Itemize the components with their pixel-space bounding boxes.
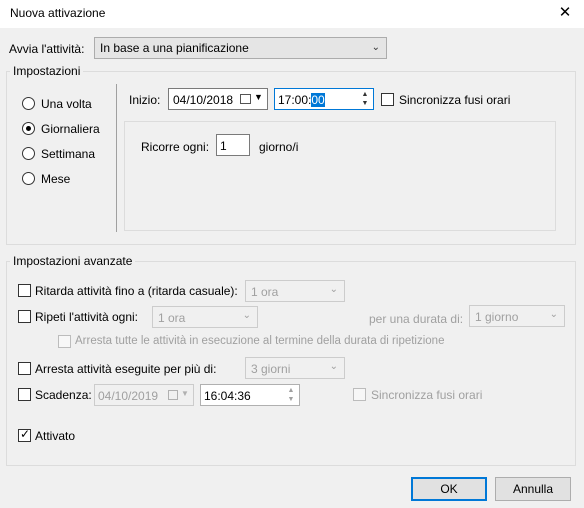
expire-checkbox[interactable] <box>18 388 31 401</box>
repeat-label: Ripeti l'attività ogni: <box>35 310 139 324</box>
spin-up-icon[interactable]: ▲ <box>284 386 298 395</box>
expire-time-field[interactable]: 16:04:36 ▲ ▼ <box>200 384 300 406</box>
recur-input[interactable]: 1 <box>216 134 250 156</box>
settings-divider <box>116 84 117 232</box>
calendar-icon[interactable] <box>168 390 178 400</box>
start-time-text: 17:00:00 <box>278 93 325 107</box>
trigger-dropdown[interactable]: In base a una pianificazione ⌄ <box>94 37 387 59</box>
delay-checkbox[interactable] <box>18 284 31 297</box>
repeat-checkbox[interactable] <box>18 310 31 323</box>
expire-time-value: 16:04:36 <box>204 389 251 403</box>
enabled-checkbox[interactable]: ✓ <box>18 427 31 442</box>
duration-label: per una durata di: <box>369 312 464 326</box>
stop-longer-checkbox[interactable] <box>18 362 31 375</box>
start-time-selected: 00 <box>311 93 325 107</box>
radio-once[interactable]: Una volta <box>22 97 142 113</box>
radio-daily-label: Giornaliera <box>41 122 100 136</box>
enabled-label: Attivato <box>35 429 76 443</box>
start-time-field[interactable]: 17:00:00 ▲ ▼ <box>274 88 374 110</box>
chevron-down-icon: ⌄ <box>549 309 558 320</box>
chevron-down-icon: ⌄ <box>329 284 338 295</box>
start-date-value: 04/10/2018 <box>173 93 234 107</box>
stop-all-label: Arresta tutte le attività in esecuzione … <box>75 335 445 347</box>
window-title: Nuova attivazione <box>10 6 106 20</box>
chevron-down-icon: ⌄ <box>329 361 338 372</box>
recur-unit: giorno/i <box>259 140 299 154</box>
delay-value: 1 ora <box>251 285 279 299</box>
stop-all-checkbox[interactable] <box>58 335 71 348</box>
radio-monthly-label: Mese <box>41 172 71 186</box>
spin-down-icon[interactable]: ▼ <box>284 395 298 404</box>
chevron-down-icon: ⌄ <box>371 42 380 53</box>
start-date-picker[interactable]: 04/10/2018 ▼ <box>168 88 268 110</box>
settings-legend: Impostazioni <box>10 64 84 78</box>
duration-value: 1 giorno <box>475 310 519 324</box>
cancel-button[interactable]: Annulla <box>495 477 571 501</box>
repeat-value: 1 ora <box>158 311 186 325</box>
chevron-down-icon: ⌄ <box>242 310 251 321</box>
spin-down-icon[interactable]: ▼ <box>358 99 372 108</box>
trigger-value: In base a una pianificazione <box>100 41 249 55</box>
radio-daily-circle[interactable] <box>22 122 35 135</box>
trigger-label: Avvia l'attività: <box>9 42 85 56</box>
radio-selected-dot <box>26 126 31 131</box>
delay-label: Ritarda attività fino a (ritarda casuale… <box>35 284 238 298</box>
advanced-legend: Impostazioni avanzate <box>10 254 136 268</box>
recur-value: 1 <box>220 139 227 153</box>
expire-sync-checkbox[interactable] <box>353 388 366 401</box>
sync-tz-label: Sincronizza fusi orari <box>399 93 511 107</box>
radio-monthly-circle[interactable] <box>22 172 35 185</box>
radio-weekly-circle[interactable] <box>22 147 35 160</box>
expire-date-picker[interactable]: 04/10/2019 ▼ <box>94 384 194 406</box>
sync-tz-checkbox[interactable] <box>381 93 394 106</box>
radio-once-label: Una volta <box>41 97 92 111</box>
duration-dropdown[interactable]: 1 giorno ⌄ <box>469 305 565 327</box>
start-label: Inizio: <box>129 93 161 107</box>
calendar-icon[interactable] <box>240 94 251 104</box>
close-icon[interactable]: ✕ <box>553 3 577 23</box>
stop-longer-value: 3 giorni <box>251 362 291 376</box>
repeat-dropdown[interactable]: 1 ora ⌄ <box>152 306 258 328</box>
recur-label: Ricorre ogni: <box>141 140 210 154</box>
checkmark-icon: ✓ <box>20 427 31 441</box>
radio-once-circle[interactable] <box>22 97 35 110</box>
stop-longer-dropdown[interactable]: 3 giorni ⌄ <box>245 357 345 379</box>
chevron-down-icon[interactable]: ▼ <box>181 389 189 398</box>
expire-sync-label: Sincronizza fusi orari <box>371 388 483 402</box>
delay-dropdown[interactable]: 1 ora ⌄ <box>245 280 345 302</box>
start-time-prefix: 17:00: <box>278 93 312 107</box>
spin-up-icon[interactable]: ▲ <box>358 90 372 99</box>
expire-label: Scadenza: <box>35 388 92 402</box>
stop-longer-label: Arresta attività eseguite per più di: <box>35 362 217 376</box>
ok-button[interactable]: OK <box>411 477 487 501</box>
recurrence-panel <box>124 121 556 231</box>
expire-date-value: 04/10/2019 <box>98 389 159 403</box>
chevron-down-icon[interactable]: ▼ <box>254 92 263 102</box>
radio-weekly-label: Settimana <box>41 147 96 161</box>
